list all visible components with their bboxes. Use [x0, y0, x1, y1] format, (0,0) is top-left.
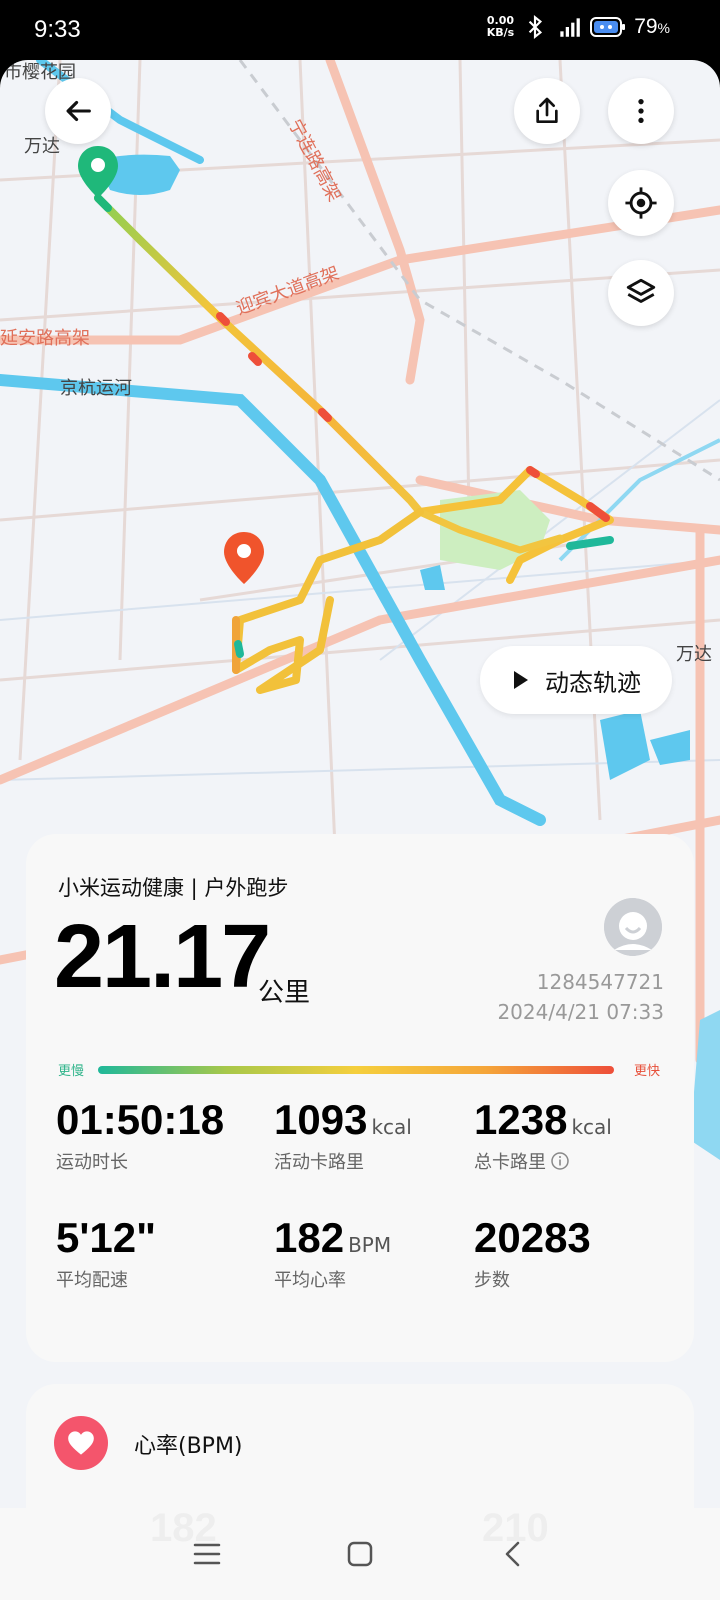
battery-level: 79% [634, 15, 670, 38]
metric-duration: 01:50:18 运动时长 [56, 1096, 225, 1173]
status-icons: 0.00 KB/s 79% [487, 14, 670, 40]
distance-value: 21.17 [54, 907, 271, 1007]
signal-icon [560, 18, 581, 37]
home-square-icon [347, 1541, 373, 1567]
bluetooth-icon [529, 14, 543, 40]
slower-label: 更慢 [58, 1064, 85, 1079]
locate-button[interactable] [608, 170, 674, 236]
home-button[interactable] [338, 1532, 382, 1576]
system-nav-bar [0, 1508, 720, 1600]
battery-icon [590, 17, 626, 37]
workout-summary-card: 小米运动健康 | 户外跑步 21.17 公里 1284547721 2024/4… [26, 834, 694, 1362]
share-button[interactable] [514, 78, 580, 144]
locate-icon [625, 187, 657, 219]
map-label: 京杭运河 [60, 378, 132, 399]
distance-unit: 公里 [258, 978, 311, 1008]
avatar-icon [604, 898, 662, 956]
status-bar: 9:33 0.00 KB/s 79% [0, 0, 720, 60]
layers-button[interactable] [608, 260, 674, 326]
heart-badge [54, 1416, 108, 1470]
map-label: 万达 [24, 136, 60, 157]
start-marker-icon [78, 146, 118, 198]
layers-icon [626, 278, 656, 303]
dynamic-track-button[interactable]: 动态轨迹 [480, 646, 672, 714]
back-button[interactable] [45, 78, 111, 144]
workout-datetime: 2024/4/21 07:33 [497, 1000, 664, 1024]
metric-active-calories: 1093 kcal 活动卡路里 [274, 1096, 412, 1173]
faster-label: 更快 [633, 1064, 660, 1079]
metric-heart-rate: 182 BPM 平均心率 [274, 1214, 392, 1291]
metric-total-calories[interactable]: 1238 kcal 总卡路里 [474, 1096, 612, 1174]
network-speed: 0.00 KB/s [486, 14, 515, 39]
heart-rate-title: 心率(BPM) [134, 1434, 243, 1459]
end-marker-icon [224, 532, 264, 584]
share-icon [536, 97, 558, 123]
avatar[interactable] [604, 898, 662, 956]
play-icon [514, 671, 528, 689]
pace-gradient-bar [98, 1066, 614, 1074]
menu-icon [193, 1543, 220, 1565]
dynamic-track-label: 动态轨迹 [545, 668, 641, 697]
info-icon[interactable] [550, 1151, 570, 1171]
chevron-left-icon [506, 1541, 520, 1567]
metric-steps: 20283 步数 [474, 1214, 591, 1291]
user-id: 1284547721 [536, 970, 664, 994]
map-label: 延安路高架 [0, 328, 90, 349]
map-label: 万达 [676, 644, 712, 665]
heart-icon [68, 1431, 94, 1455]
metric-pace: 5'12" 平均配速 [56, 1214, 156, 1291]
status-time: 9:33 [34, 16, 81, 43]
workout-source: 小米运动健康 | 户外跑步 [58, 876, 289, 900]
route-map[interactable]: 市樱花园 万达 宁连路高架 迎宾大道高架 延安路高架 京杭运河 万达 动态轨迹 [0, 60, 720, 1600]
arrow-left-icon [66, 100, 91, 122]
recents-button[interactable] [185, 1532, 229, 1576]
more-vertical-icon [638, 99, 644, 123]
more-button[interactable] [608, 78, 674, 144]
back-nav-button[interactable] [491, 1532, 535, 1576]
